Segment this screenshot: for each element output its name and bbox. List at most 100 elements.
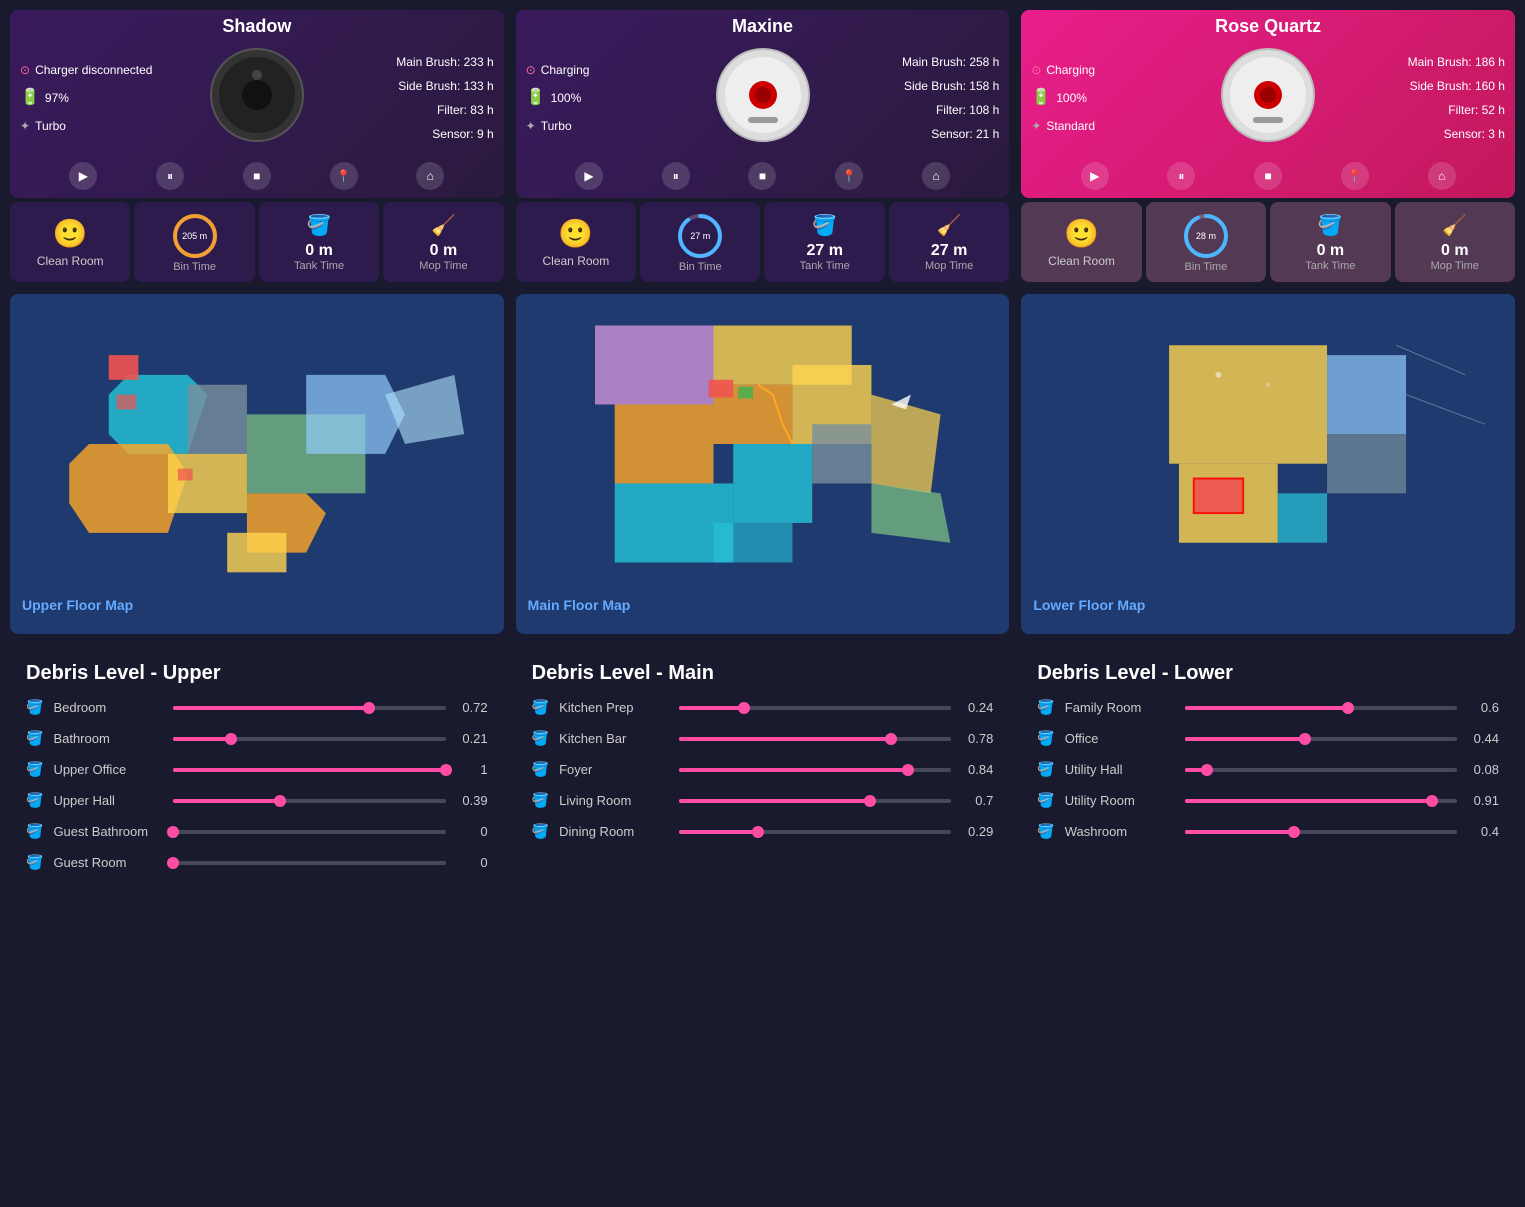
debris-slider-track[interactable] [173,830,445,834]
debris-handle [274,795,286,807]
speed-text-maxine: Turbo [541,114,572,138]
debris-slider-track[interactable] [173,706,445,710]
clean-room-icon-maxine: 🙂 [558,217,593,250]
robot-name-rose_quartz: Rose Quartz [1021,10,1515,39]
debris-vacuum-icon: 🪣 [532,699,549,716]
bin-time-cell-rose_quartz: 28 m Bin Time [1146,202,1266,282]
debris-row: 🪣 Guest Room 0 [26,854,488,871]
fan-icon-rose_quartz: ✦ [1031,114,1041,138]
debris-handle [1201,764,1213,776]
debris-row: 🪣 Upper Hall 0.39 [26,792,488,809]
debris-slider-track[interactable] [173,737,445,741]
locate-btn-shadow[interactable]: 📍 [330,162,358,190]
map-label-rose_quartz: Lower Floor Map [1021,589,1515,621]
debris-handle [864,795,876,807]
locate-btn-rose_quartz[interactable]: 📍 [1341,162,1369,190]
debris-slider-track[interactable] [679,830,951,834]
debris-handle [440,764,452,776]
tank-time-value-shadow: 0 m [305,242,333,260]
debris-vacuum-icon: 🪣 [532,823,549,840]
debris-handle [1426,795,1438,807]
debris-vacuum-icon: 🪣 [532,792,549,809]
battery-icon-shadow: 🔋 [20,82,40,114]
stop-btn-shadow[interactable]: ■ [243,162,271,190]
home-btn-rose_quartz[interactable]: ⌂ [1428,162,1456,190]
tank-time-cell-shadow: 🪣 0 m Tank Time [259,202,379,282]
debris-slider-track[interactable] [173,799,445,803]
pause-btn-rose_quartz[interactable]: ⏸ [1167,162,1195,190]
debris-room-name: Upper Hall [53,793,163,808]
debris-slider-track[interactable] [679,799,951,803]
robot-card-shadow: Shadow ⊙ Charger disconnected 🔋 97% ✦ Tu… [10,10,504,198]
brush-main-maxine: Main Brush: 258 h [824,50,1000,74]
debris-row: 🪣 Family Room 0.6 [1037,699,1499,716]
play-btn-shadow[interactable]: ▶ [69,162,97,190]
stop-btn-rose_quartz[interactable]: ■ [1254,162,1282,190]
debris-slider-track[interactable] [173,861,445,865]
status-text-rose_quartz: Charging [1046,58,1095,82]
debris-room-name: Living Room [559,793,669,808]
home-btn-shadow[interactable]: ⌂ [416,162,444,190]
tank-time-value-maxine: 27 m [806,242,842,260]
sensor-shadow: Sensor: 9 h [318,122,494,146]
mop-time-label-shadow: Mop Time [419,260,467,272]
debris-fill [173,799,279,803]
debris-row: 🪣 Dining Room 0.29 [532,823,994,840]
debris-row: 🪣 Bathroom 0.21 [26,730,488,747]
debris-fill [1185,737,1305,741]
debris-section: Debris Level - Lower 🪣 Family Room 0.6 🪣… [1021,646,1515,901]
debris-slider-track[interactable] [679,706,951,710]
mop-icon-maxine: 🧹 [937,213,962,238]
robot-image-rose_quartz [1213,45,1323,150]
robot-name-shadow: Shadow [10,10,504,39]
debris-fill [173,737,230,741]
tank-icon-shadow: 🪣 [307,213,332,238]
debris-row: 🪣 Kitchen Prep 0.24 [532,699,994,716]
stop-btn-maxine[interactable]: ■ [748,162,776,190]
debris-handle [167,826,179,838]
debris-slider-track[interactable] [1185,737,1457,741]
debris-value: 0.24 [961,700,993,715]
debris-slider-track[interactable] [173,768,445,772]
pause-btn-maxine[interactable]: ⏸ [662,162,690,190]
debris-row: 🪣 Foyer 0.84 [532,761,994,778]
clean-room-cell-maxine[interactable]: 🙂 Clean Room [516,202,636,282]
debris-row: 🪣 Utility Hall 0.08 [1037,761,1499,778]
debris-value: 0.72 [456,700,488,715]
clean-room-label-shadow: Clean Room [37,254,104,268]
mop-time-value-rose_quartz: 0 m [1441,242,1469,260]
bin-time-label-rose_quartz: Bin Time [1185,261,1228,273]
debris-vacuum-icon: 🪣 [1037,761,1054,778]
debris-slider-track[interactable] [679,768,951,772]
debris-vacuum-icon: 🪣 [26,699,43,716]
clean-room-cell-rose_quartz[interactable]: 🙂 Clean Room [1021,202,1141,282]
home-btn-maxine[interactable]: ⌂ [922,162,950,190]
bin-time-cell-shadow: 205 m Bin Time [134,202,254,282]
debris-slider-track[interactable] [1185,768,1457,772]
bin-time-label-maxine: Bin Time [679,261,722,273]
debris-handle [902,764,914,776]
debris-value: 0.84 [961,762,993,777]
debris-vacuum-icon: 🪣 [532,761,549,778]
debris-slider-track[interactable] [1185,706,1457,710]
play-btn-maxine[interactable]: ▶ [575,162,603,190]
debris-slider-track[interactable] [679,737,951,741]
status-icon-shadow: ⊙ [20,58,30,82]
debris-room-name: Dining Room [559,824,669,839]
map-card-rose_quartz: Lower Floor Map [1021,294,1515,634]
debris-fill [1185,706,1348,710]
debris-handle [885,733,897,745]
locate-btn-maxine[interactable]: 📍 [835,162,863,190]
debris-vacuum-icon: 🪣 [26,761,43,778]
clean-room-icon-shadow: 🙂 [53,217,88,250]
mop-time-label-rose_quartz: Mop Time [1431,260,1479,272]
debris-slider-track[interactable] [1185,799,1457,803]
robot-image-shadow [202,45,312,150]
debris-slider-track[interactable] [1185,830,1457,834]
play-btn-rose_quartz[interactable]: ▶ [1081,162,1109,190]
pause-btn-shadow[interactable]: ⏸ [156,162,184,190]
debris-handle [1299,733,1311,745]
battery-text-shadow: 97% [45,86,69,110]
clean-room-cell-shadow[interactable]: 🙂 Clean Room [10,202,130,282]
debris-fill [1185,768,1207,772]
